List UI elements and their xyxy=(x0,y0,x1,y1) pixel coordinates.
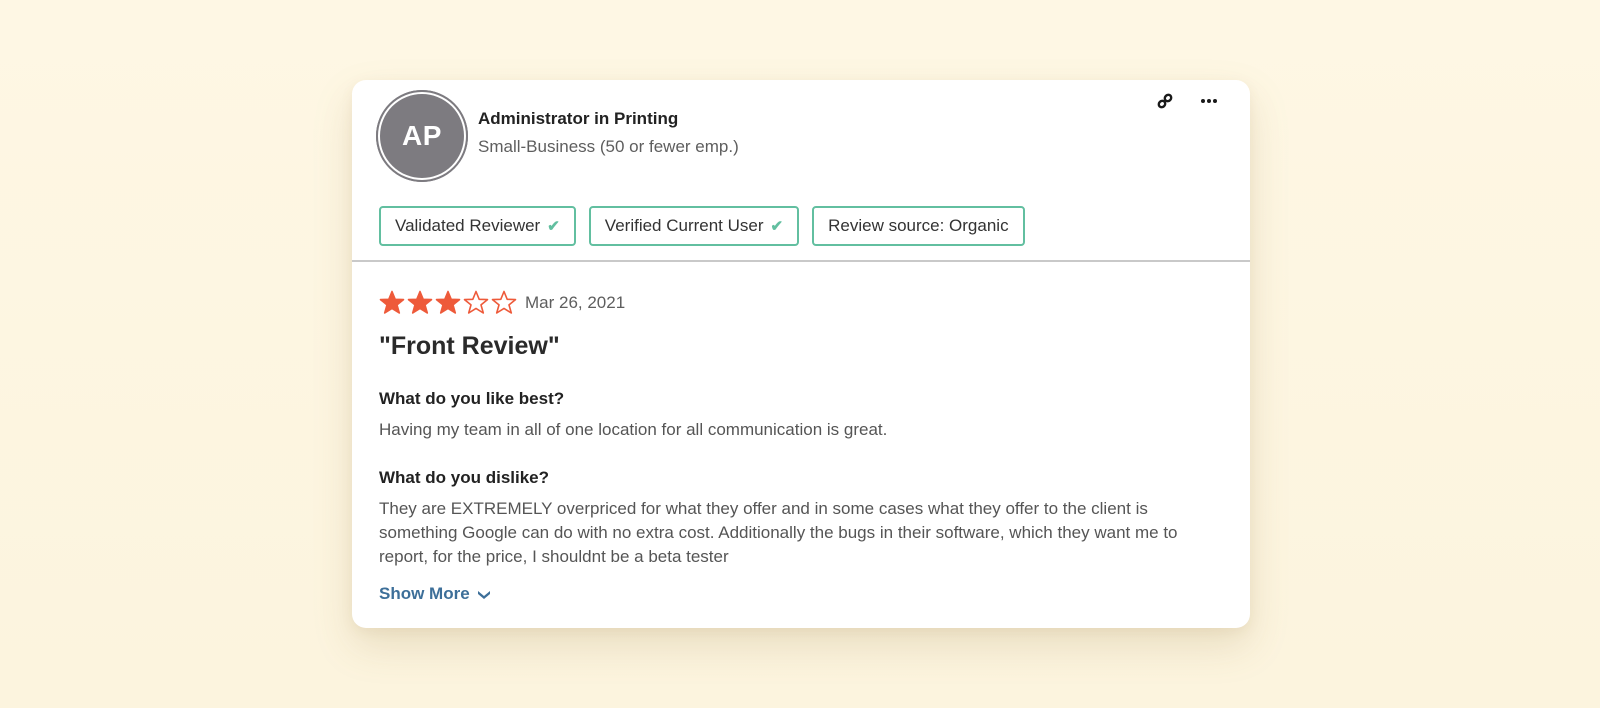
reviewer-title: Administrator in Printing xyxy=(478,109,679,128)
star-filled-icon xyxy=(407,290,433,314)
badge-verified-current-user: Verified Current User ✔ xyxy=(588,206,800,246)
badge-label: Review source: Organic xyxy=(828,216,1009,235)
review-actions xyxy=(1154,90,1220,112)
review-card: AP Administrator in Printing Small-Busin… xyxy=(352,80,1250,628)
question-like-best: What do you like best? xyxy=(379,389,565,408)
check-icon: ✔ xyxy=(770,218,784,235)
reviewer-company-size: Small-Business (50 or fewer emp.) xyxy=(478,137,739,156)
review-date: Mar 26, 2021 xyxy=(525,293,626,312)
badge-validated-reviewer: Validated Reviewer ✔ xyxy=(379,206,576,246)
badge-label: Validated Reviewer xyxy=(395,216,541,235)
more-options-icon[interactable] xyxy=(1198,90,1220,112)
star-empty-icon xyxy=(463,290,489,314)
avatar-initials: AP xyxy=(402,120,442,151)
badge-label: Verified Current User xyxy=(604,216,764,235)
review-title: "Front Review" xyxy=(379,332,560,360)
star-filled-icon xyxy=(379,290,405,314)
show-more-button[interactable]: Show More xyxy=(379,584,492,604)
star-filled-icon xyxy=(435,290,461,314)
answer-like-best: Having my team in all of one location fo… xyxy=(379,420,888,439)
avatar: AP xyxy=(378,92,466,180)
star-empty-icon xyxy=(491,290,517,314)
review-header: AP Administrator in Printing Small-Busin… xyxy=(352,80,1250,262)
rating-row: Mar 26, 2021 xyxy=(379,288,1223,318)
badge-review-source: Review source: Organic xyxy=(812,206,1025,246)
show-more-label: Show More xyxy=(379,584,470,603)
chevron-down-icon xyxy=(477,591,490,599)
answer-dislike: They are EXTREMELY overpriced for what t… xyxy=(379,499,1178,566)
badge-list: Validated Reviewer ✔ Verified Current Us… xyxy=(379,206,1025,246)
question-dislike: What do you dislike? xyxy=(379,468,550,487)
link-icon[interactable] xyxy=(1154,90,1176,112)
check-icon: ✔ xyxy=(547,218,560,235)
star-rating xyxy=(379,290,517,316)
review-body: Mar 26, 2021 "Front Review" What do you … xyxy=(352,262,1250,604)
